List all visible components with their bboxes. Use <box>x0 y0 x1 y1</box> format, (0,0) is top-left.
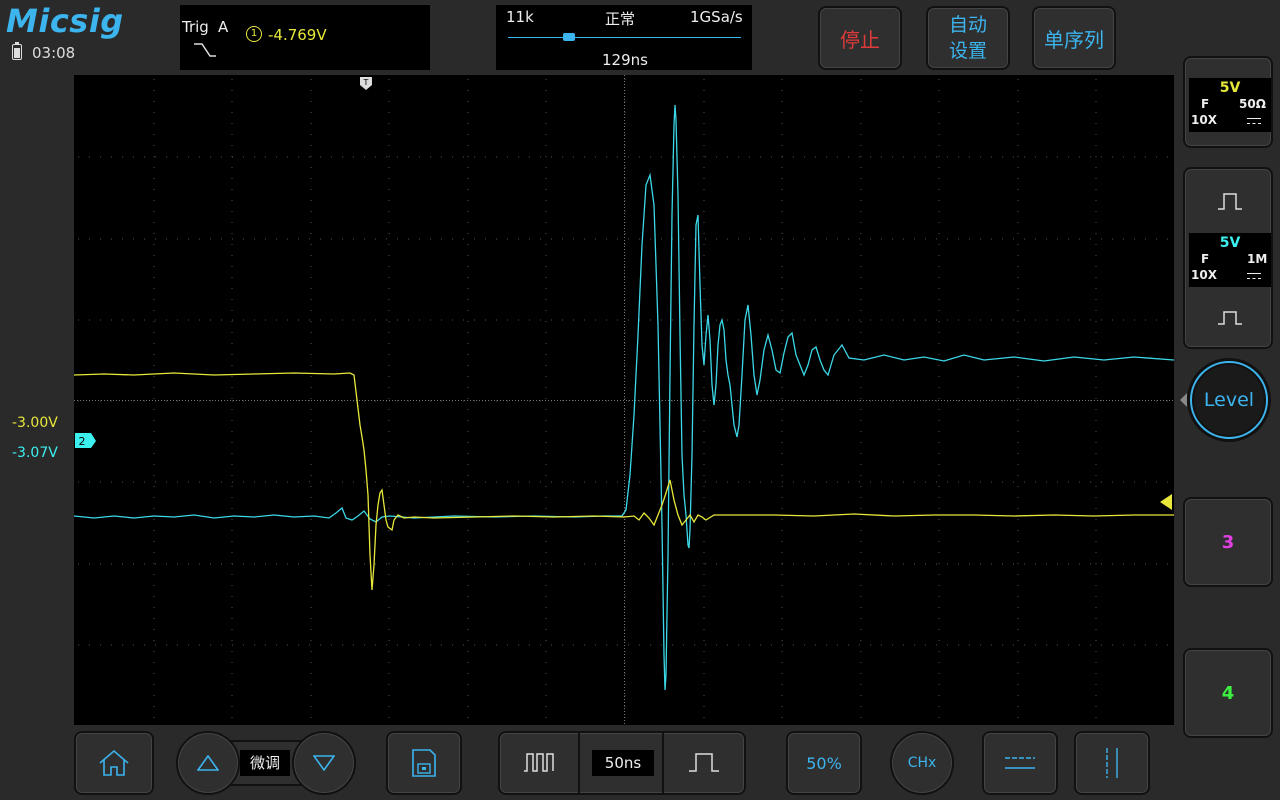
dc-coupling-icon <box>1247 118 1261 124</box>
trigger-channel-badge: 1 <box>246 26 262 42</box>
ch2-ground-marker[interactable]: 2 <box>75 433 97 449</box>
vertical-cursor-button[interactable] <box>1074 731 1150 795</box>
ch2-marker-label: 2 <box>79 435 86 448</box>
set-50-percent-button[interactable]: 50% <box>786 731 862 795</box>
ch2-probe: 10X <box>1191 268 1217 282</box>
record-position-track <box>508 37 741 38</box>
ch2-settings-panel[interactable]: 5V F 1M 10X <box>1183 167 1273 349</box>
horizontal-cursor-icon <box>1005 757 1035 769</box>
home-button[interactable] <box>74 731 154 795</box>
horizontal-cursor-button[interactable] <box>982 731 1058 795</box>
memory-depth: 11k <box>506 8 534 26</box>
save-icon <box>412 749 436 777</box>
waveform-display[interactable]: T <box>74 75 1174 725</box>
sample-rate: 1GSa/s <box>690 8 743 26</box>
dc-coupling-icon <box>1247 273 1261 279</box>
trigger-source: A <box>218 18 229 36</box>
record-position-marker[interactable] <box>563 33 575 41</box>
down-button[interactable] <box>292 731 356 795</box>
ch2-impedance: 1M <box>1247 252 1268 266</box>
timebase-increase-icon[interactable] <box>688 750 720 774</box>
save-button[interactable] <box>386 731 462 795</box>
ch1-impedance: 50Ω <box>1239 97 1266 111</box>
falling-edge-icon <box>194 43 216 57</box>
home-icon <box>99 749 129 776</box>
up-button[interactable] <box>176 731 240 795</box>
trigger-position-marker[interactable]: T <box>360 77 372 90</box>
auto-setup-line2: 设置 <box>948 40 987 62</box>
vertical-cursor-icon <box>1106 748 1118 778</box>
svg-text:T: T <box>363 78 369 87</box>
ch1-trigger-level-marker[interactable] <box>1158 494 1174 510</box>
arrow-up-icon <box>197 755 219 771</box>
ch3-button[interactable]: 3 <box>1183 497 1273 587</box>
divider <box>578 733 580 793</box>
auto-setup-line1: 自动 <box>948 14 987 36</box>
ch1-probe: 10X <box>1191 113 1217 127</box>
ch2-scale: 5V <box>1219 235 1241 251</box>
ch1-scale: 5V <box>1219 80 1241 96</box>
acquire-mode: 正常 <box>605 10 636 28</box>
level-pointer-icon <box>1180 393 1187 407</box>
pulse-icon[interactable] <box>1217 191 1243 213</box>
brand-logo: Micsig <box>6 2 124 40</box>
level-knob-button[interactable]: Level <box>1190 361 1268 439</box>
ch2-coupling: F <box>1201 252 1210 266</box>
ch1-settings-panel[interactable]: 5V F 50Ω 10X <box>1183 56 1273 148</box>
single-sequence-button[interactable]: 单序列 <box>1032 6 1116 70</box>
stop-button[interactable]: 停止 <box>818 6 902 70</box>
ch1-coupling: F <box>1201 97 1210 111</box>
trigger-level-value: -4.769V <box>268 26 327 44</box>
arrow-down-icon <box>313 755 335 771</box>
ch4-button[interactable]: 4 <box>1183 648 1273 738</box>
timebase-value[interactable]: 50ns <box>592 750 654 776</box>
trigger-label: Trig <box>182 18 209 36</box>
timebase-decrease-icon[interactable] <box>523 750 555 774</box>
fine-adjust-label[interactable]: 微调 <box>240 750 290 776</box>
graticule <box>74 75 1173 724</box>
auto-setup-button[interactable]: 自动 设置 <box>926 6 1010 70</box>
ch1-info: 5V F 50Ω 10X <box>1189 78 1271 132</box>
battery-icon <box>12 42 22 60</box>
pulse-icon[interactable] <box>1217 306 1243 328</box>
horizontal-delay: 129ns <box>602 51 648 69</box>
ch2-info: 5V F 1M 10X <box>1189 233 1271 287</box>
ch1-offset-readout: -3.00V <box>12 415 58 431</box>
clock: 03:08 <box>32 44 76 62</box>
channel-select-button[interactable]: CHx <box>890 731 954 795</box>
divider <box>662 733 664 793</box>
ch2-offset-readout: -3.07V <box>12 445 58 461</box>
